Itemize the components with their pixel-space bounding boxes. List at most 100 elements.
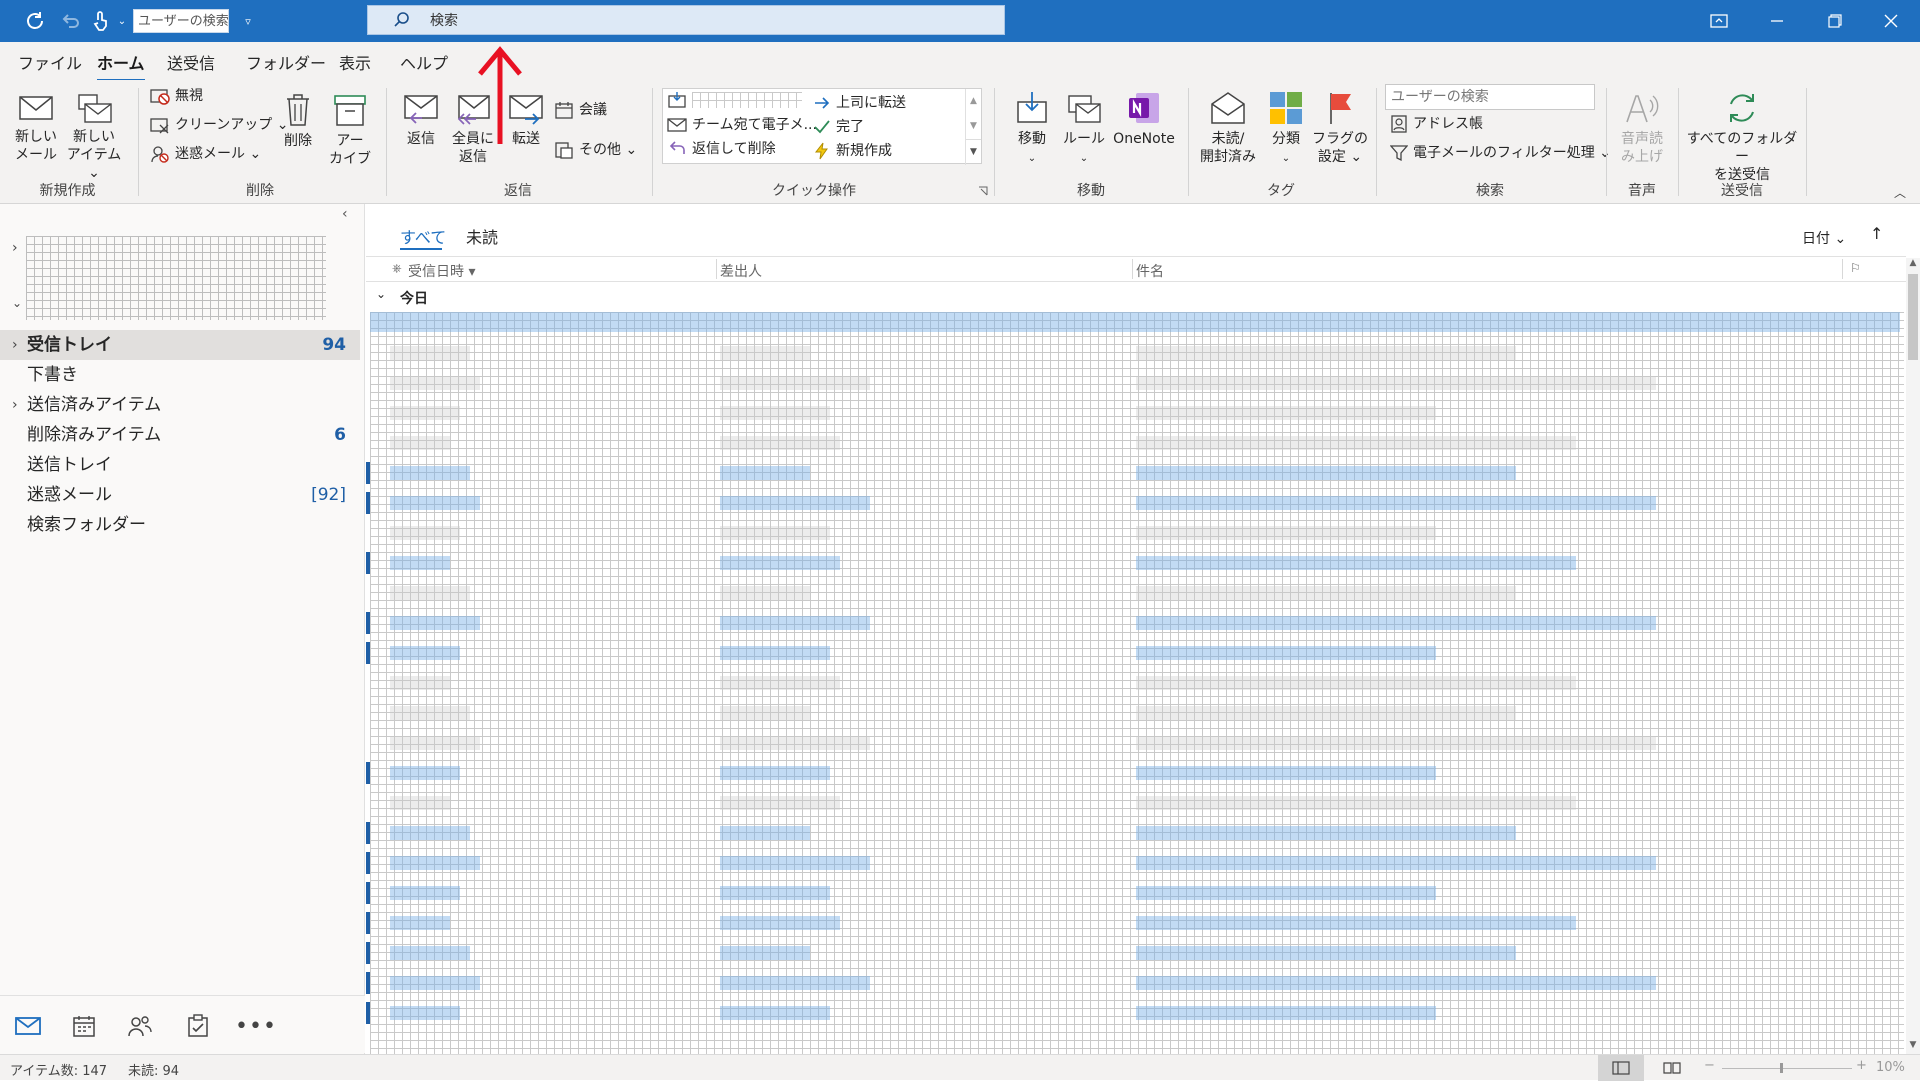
column-from[interactable]: 差出人 (720, 261, 762, 281)
unread-read-button[interactable]: 未読/開封済み (1196, 90, 1260, 166)
zoom-slider[interactable] (1722, 1068, 1852, 1069)
scroll-down-icon[interactable]: ▼ (966, 114, 981, 139)
menu-folder[interactable]: フォルダー (246, 50, 326, 74)
reading-view-icon[interactable] (1652, 1055, 1692, 1081)
read-aloud-button[interactable]: 音声読 み上げ (1612, 90, 1672, 166)
undo-icon[interactable] (56, 0, 86, 42)
normal-view-icon[interactable] (1598, 1055, 1644, 1081)
flag-column-icon[interactable]: ⚐ (1850, 261, 1861, 275)
scrollbar-thumb[interactable] (1908, 274, 1918, 360)
quick-step-reply-delete[interactable]: 返信して削除 (667, 139, 776, 159)
archive-button[interactable]: アー カイブ (328, 92, 372, 168)
new-mail-button[interactable]: 新しい メール (10, 92, 62, 164)
user-search-small-input[interactable]: ユーザーの検索 (133, 9, 229, 33)
gallery-expand-icon[interactable]: ▼ (966, 139, 981, 163)
move-button[interactable]: 移動 ⌄ (1008, 90, 1056, 168)
onenote-button[interactable]: OneNote (1108, 90, 1180, 148)
quick-step-done[interactable]: 完了 (813, 117, 864, 137)
touch-mode-icon[interactable] (88, 0, 114, 42)
menu-home[interactable]: ホーム (97, 50, 145, 82)
delete-button[interactable]: 削除 (278, 92, 318, 150)
folder-label: 削除済みアイテム (27, 425, 162, 445)
group-collapse-icon[interactable]: ⌄ (376, 287, 386, 301)
redacted-account-name (26, 236, 326, 320)
folder-item[interactable]: 送信トレイ (0, 450, 360, 480)
more-respond-button[interactable]: その他 ⌄ (554, 140, 637, 160)
redacted-cell (1136, 586, 1516, 600)
meeting-button[interactable]: 会議 (554, 100, 607, 120)
redacted-cell (1136, 706, 1516, 720)
redacted-cell (1136, 556, 1576, 570)
quick-step-forward-manager[interactable]: 上司に転送 (813, 93, 906, 113)
minimize-button[interactable] (1748, 0, 1806, 42)
reply-button[interactable]: 返信 (398, 92, 444, 148)
column-subject[interactable]: 件名 (1136, 261, 1164, 281)
redacted-cell (390, 856, 480, 870)
attachment-column-icon[interactable]: ⎈ (392, 261, 402, 276)
filter-email-button[interactable]: 電子メールのフィルター処理 ⌄ (1390, 143, 1611, 163)
global-search-box[interactable]: 検索 (367, 5, 1005, 35)
address-book-button[interactable]: アドレス帳 (1390, 114, 1483, 134)
menu-view[interactable]: 表示 (339, 50, 371, 74)
dialog-launcher-icon[interactable] (978, 184, 988, 196)
new-items-button[interactable]: 新しい アイテム ⌄ (62, 92, 126, 182)
quick-step-team-email[interactable]: チーム宛て電子メ... (667, 115, 817, 135)
zoom-out-icon[interactable]: − (1704, 1058, 1715, 1073)
customize-qat-icon[interactable]: ▿ (238, 0, 258, 42)
tab-all[interactable]: すべて (400, 224, 446, 248)
zoom-level[interactable]: 10% (1876, 1060, 1905, 1075)
read-aloud-label-1: 音声読 (1621, 131, 1663, 147)
send-receive-all-button[interactable]: すべてのフォルダー を送受信 (1686, 90, 1798, 184)
menu-help[interactable]: ヘルプ (400, 50, 448, 74)
search-people-input[interactable]: ユーザーの検索 (1385, 84, 1595, 110)
tab-all-underline (400, 248, 442, 250)
folder-item[interactable]: 下書き (0, 360, 360, 390)
folder-item[interactable]: 検索フォルダー (0, 510, 360, 540)
redacted-message-rows[interactable] (366, 312, 1904, 1054)
junk-button[interactable]: 迷惑メール ⌄ (150, 144, 261, 164)
scroll-down-icon[interactable]: ▼ (1906, 1040, 1920, 1054)
ribbon-display-options-icon[interactable] (1690, 0, 1748, 42)
scroll-up-icon[interactable]: ▲ (1906, 258, 1920, 272)
column-received[interactable]: 受信日時 ▾ (408, 261, 475, 281)
people-nav-icon[interactable] (124, 1010, 156, 1042)
quick-step-move-to[interactable] (667, 91, 802, 109)
close-button[interactable] (1862, 0, 1920, 42)
collapse-folder-pane-icon[interactable]: ‹ (342, 206, 348, 222)
cleanup-button[interactable]: クリーンアップ ⌄ (150, 115, 288, 135)
mail-nav-icon[interactable] (12, 1010, 44, 1042)
unread-marker (366, 552, 370, 574)
ignore-button[interactable]: 無視 (150, 86, 203, 106)
zoom-in-icon[interactable]: + (1856, 1058, 1867, 1073)
tab-unread[interactable]: 未読 (466, 224, 498, 248)
favorites-expand-icon[interactable]: › (12, 240, 18, 256)
calendar-nav-icon[interactable] (68, 1010, 100, 1042)
folder-expand-icon[interactable]: › (12, 330, 18, 360)
sort-direction-icon[interactable]: ↑ (1870, 224, 1883, 243)
folder-item[interactable]: 迷惑メール [92] (0, 480, 360, 510)
redacted-cell (720, 496, 870, 510)
folder-item[interactable]: › 受信トレイ 94 (0, 330, 360, 360)
touch-dropdown-icon[interactable]: ⌄ (114, 0, 130, 42)
account-collapse-icon[interactable]: ⌄ (12, 296, 22, 310)
more-apps-icon[interactable]: ••• (235, 1010, 276, 1042)
refresh-icon[interactable] (18, 0, 52, 42)
group-header-today[interactable]: ⌄ 今日 (366, 284, 1906, 310)
follow-up-button[interactable]: フラグの 設定 ⌄ (1312, 90, 1368, 166)
menu-send-receive[interactable]: 送受信 (167, 50, 215, 74)
scroll-up-icon[interactable]: ▲ (966, 89, 981, 114)
quick-steps-scroll[interactable]: ▲ ▼ ▼ (965, 89, 981, 165)
folder-item[interactable]: › 送信済みアイテム (0, 390, 360, 420)
message-list-scrollbar[interactable]: ▲ ▼ (1906, 258, 1920, 1054)
rules-button[interactable]: ルール ⌄ (1060, 90, 1108, 168)
folder-item[interactable]: 削除済みアイテム 6 (0, 420, 360, 450)
tasks-nav-icon[interactable] (182, 1010, 214, 1042)
collapse-ribbon-icon[interactable]: ︿ (1894, 184, 1906, 201)
restore-button[interactable] (1806, 0, 1864, 42)
zoom-slider-thumb[interactable] (1780, 1063, 1783, 1073)
menu-file[interactable]: ファイル (18, 50, 82, 74)
categorize-button[interactable]: 分類 ⌄ (1264, 90, 1308, 168)
quick-step-create-new[interactable]: 新規作成 (813, 141, 892, 161)
sort-by-date[interactable]: 日付 ⌄ (1802, 228, 1846, 248)
folder-expand-icon[interactable]: › (12, 390, 18, 420)
